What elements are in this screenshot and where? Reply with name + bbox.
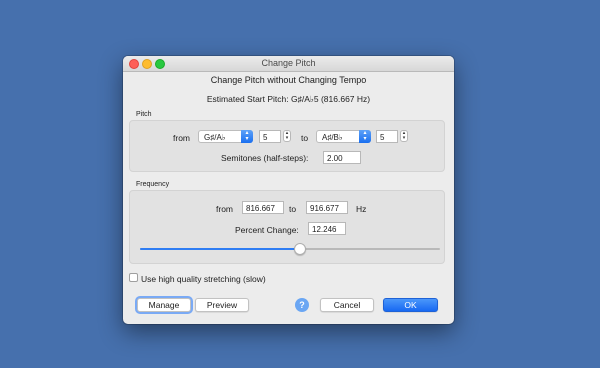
to-octave-stepper[interactable]: ▴ ▾ [400, 130, 408, 142]
from-octave-field[interactable]: 5 [259, 130, 281, 143]
pitch-group [129, 120, 445, 172]
frequency-from-field[interactable]: 816.667 [242, 201, 284, 214]
pitch-to-label: to [301, 133, 309, 143]
window-title: Change Pitch [261, 58, 316, 68]
from-note-value: G♯/A♭ [204, 133, 226, 142]
chevron-updown-icon: ▴ ▾ [241, 130, 253, 143]
dialog-heading: Change Pitch without Changing Tempo [210, 75, 367, 85]
from-note-select[interactable]: G♯/A♭ ▴ ▾ [198, 130, 253, 143]
title-bar: Change Pitch [123, 56, 454, 72]
frequency-from-label: from [216, 204, 233, 214]
frequency-section-label: Frequency [136, 181, 170, 188]
frequency-to-label: to [289, 204, 297, 214]
high-quality-checkbox[interactable] [129, 273, 138, 282]
pitch-section-label: Pitch [136, 111, 152, 118]
pitch-from-label: from [173, 133, 190, 143]
to-note-value: A♯/B♭ [322, 133, 343, 142]
frequency-to-field[interactable]: 916.677 [306, 201, 348, 214]
preview-button[interactable]: Preview [195, 298, 249, 312]
percent-change-field[interactable]: 12.246 [308, 222, 346, 235]
frequency-unit: Hz [356, 204, 367, 214]
percent-change-slider[interactable] [140, 248, 440, 250]
slider-fill [140, 248, 299, 250]
help-button[interactable]: ? [295, 298, 309, 312]
semitones-label: Semitones (half-steps): [221, 153, 309, 163]
to-octave-field[interactable]: 5 [376, 130, 398, 143]
manage-button[interactable]: Manage [137, 298, 191, 312]
from-octave-stepper[interactable]: ▴ ▾ [283, 130, 291, 142]
percent-change-label: Percent Change: [235, 225, 299, 235]
chevron-updown-icon: ▴ ▾ [359, 130, 371, 143]
high-quality-label: Use high quality stretching (slow) [141, 274, 266, 284]
ok-button[interactable]: OK [383, 298, 438, 312]
cancel-button[interactable]: Cancel [320, 298, 374, 312]
semitones-field[interactable]: 2.00 [323, 151, 361, 164]
slider-knob[interactable] [294, 243, 306, 255]
to-note-select[interactable]: A♯/B♭ ▴ ▾ [316, 130, 371, 143]
start-pitch-text: Estimated Start Pitch: G♯/A♭5 (816.667 H… [206, 94, 371, 104]
